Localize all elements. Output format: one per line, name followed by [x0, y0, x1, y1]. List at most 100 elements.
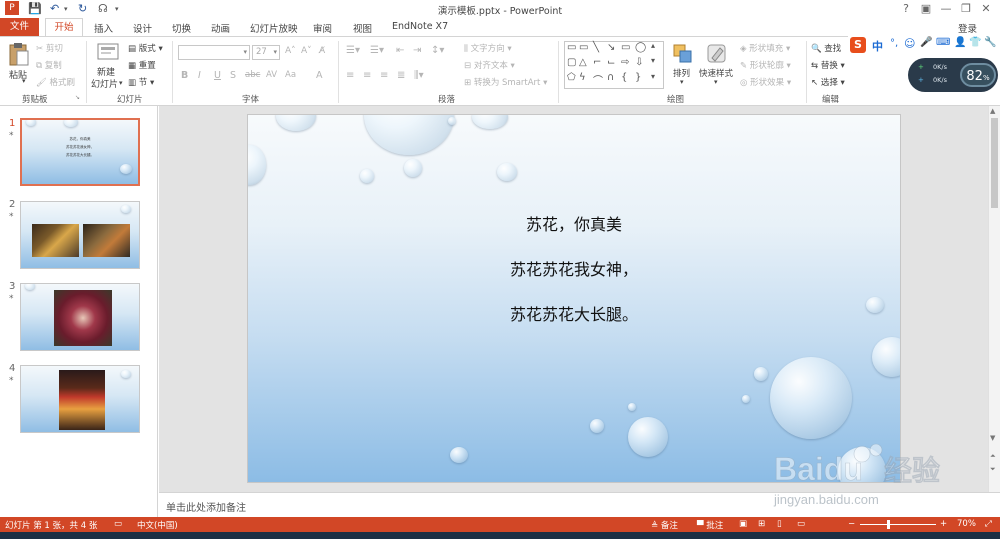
scrollbar-thumb[interactable]: [991, 118, 998, 208]
scroll-up-arrow-icon[interactable]: ▲: [990, 107, 995, 115]
down-arrow-shape-icon[interactable]: ⇩: [635, 57, 643, 68]
lightning-shape-icon[interactable]: ϟ: [579, 72, 586, 83]
align-text-button[interactable]: ⊟ 对齐文本 ▾: [464, 59, 515, 71]
columns-icon[interactable]: ⫼▾: [414, 70, 424, 81]
shape-effects-button[interactable]: ◎ 形状效果 ▾: [740, 76, 791, 88]
elbow-shape-icon[interactable]: ⌐: [593, 57, 601, 68]
ribbon-display-icon[interactable]: ▣: [918, 2, 934, 15]
ime-punctuation[interactable]: °,: [890, 38, 898, 49]
ime-mode-chinese[interactable]: 中: [872, 38, 883, 54]
bold-button[interactable]: B: [181, 70, 188, 81]
bullets-icon[interactable]: ☰▾: [346, 45, 360, 56]
reset-button[interactable]: ▦ 重置: [128, 59, 156, 71]
justify-icon[interactable]: ≣: [397, 70, 405, 81]
increase-indent-icon[interactable]: ⇥: [413, 45, 421, 56]
tab-endnote[interactable]: EndNote X7: [392, 21, 448, 32]
notes-placeholder[interactable]: 单击此处添加备注: [166, 499, 246, 514]
quick-styles-dropdown-icon[interactable]: ▾: [714, 78, 718, 86]
slide-thumbnail-4[interactable]: [20, 365, 140, 433]
curve-shape-icon[interactable]: ∩: [607, 72, 614, 83]
restore-icon[interactable]: ❐: [958, 2, 974, 15]
line-spacing-icon[interactable]: ↕▾: [431, 45, 444, 56]
arrow-line-shape-icon[interactable]: ↘: [607, 42, 615, 53]
ime-voice-icon[interactable]: 🎤: [920, 37, 932, 48]
slideshow-icon[interactable]: ▭: [797, 519, 805, 529]
comments-toggle[interactable]: ▀ 批注: [697, 519, 723, 531]
tab-transitions[interactable]: 切换: [172, 21, 191, 35]
ime-user-icon[interactable]: 👤: [954, 37, 966, 48]
reading-view-icon[interactable]: ▯: [777, 519, 782, 529]
pentagon-shape-icon[interactable]: ⬠: [567, 72, 576, 83]
scroll-down-arrow-icon[interactable]: ▼: [990, 434, 995, 442]
login-link[interactable]: 登录: [958, 21, 977, 35]
tab-file[interactable]: 文件: [0, 18, 39, 36]
arrange-icon[interactable]: [672, 43, 694, 65]
ime-emoji-icon[interactable]: ☺: [904, 37, 915, 50]
slide-text-line[interactable]: 苏花，你真美: [248, 211, 900, 235]
more-shapes-icon[interactable]: ▾: [651, 72, 655, 81]
brace-left-shape-icon[interactable]: {: [621, 72, 627, 83]
replace-button[interactable]: ⇆ 替换 ▾: [811, 59, 845, 71]
grow-font-button[interactable]: A˄: [285, 46, 296, 56]
change-case-button[interactable]: Aa: [285, 70, 296, 80]
language-indicator[interactable]: 中文(中国): [137, 519, 178, 531]
slide-thumbnail-3[interactable]: [20, 283, 140, 351]
line-shape-icon[interactable]: ╲: [593, 42, 599, 53]
select-button[interactable]: ↖ 选择 ▾: [811, 76, 845, 88]
character-spacing-button[interactable]: AV: [266, 70, 277, 80]
text-direction-button[interactable]: ⫼ 文字方向 ▾: [464, 42, 512, 54]
textbox-v-shape-icon[interactable]: ▭: [579, 42, 588, 53]
slide-thumbnail-1[interactable]: 苏花，你真美 苏花苏花我女神， 苏花苏花大长腿。: [20, 118, 140, 186]
shape-fill-button[interactable]: ◈ 形状填充 ▾: [740, 42, 790, 54]
minimize-icon[interactable]: —: [938, 2, 954, 15]
align-left-icon[interactable]: ≡: [346, 70, 354, 81]
rounded-rect-shape-icon[interactable]: ▢: [567, 57, 576, 68]
elbow2-shape-icon[interactable]: ⌙: [607, 57, 615, 68]
shadow-button[interactable]: S: [230, 70, 236, 81]
rectangle-shape-icon[interactable]: ▭: [621, 42, 630, 53]
help-icon[interactable]: ?: [898, 2, 914, 15]
smartart-button[interactable]: ⊞ 转换为 SmartArt ▾: [464, 76, 547, 88]
underline-button[interactable]: U: [214, 70, 221, 81]
quick-styles-icon[interactable]: [706, 43, 728, 65]
sogou-logo-icon[interactable]: S: [850, 37, 866, 53]
tab-view[interactable]: 视图: [353, 21, 372, 35]
oval-shape-icon[interactable]: ◯: [635, 42, 646, 53]
network-speed-widget[interactable]: + 0K/s + 0K/s 82%: [908, 58, 998, 92]
layout-button[interactable]: ▤ 版式 ▾: [128, 42, 163, 54]
scroll-up-icon[interactable]: ▴: [651, 41, 655, 50]
format-painter-button[interactable]: 🖌 格式刷: [36, 76, 75, 88]
zoom-slider-thumb[interactable]: [887, 520, 890, 529]
clipboard-launcher-icon[interactable]: ↘: [75, 94, 80, 101]
clear-formatting-button[interactable]: A̸: [319, 46, 325, 56]
slide-sorter-icon[interactable]: ⊞: [758, 519, 765, 529]
ime-skin-icon[interactable]: 👕: [969, 37, 981, 48]
notes-toggle[interactable]: ≜ 备注: [651, 519, 678, 531]
zoom-slider-track[interactable]: [860, 524, 936, 525]
paste-dropdown-icon[interactable]: ▾: [22, 77, 26, 85]
new-slide-label-2[interactable]: 幻灯片: [91, 77, 118, 90]
tab-home[interactable]: 开始: [45, 18, 83, 37]
brace-right-shape-icon[interactable]: }: [635, 72, 641, 83]
font-color-button[interactable]: A: [316, 70, 323, 81]
tab-animations[interactable]: 动画: [211, 21, 230, 35]
slide-text-line[interactable]: 苏花苏花我女神，: [248, 256, 900, 280]
shrink-font-button[interactable]: A˅: [301, 46, 312, 56]
next-slide-icon[interactable]: ⏷: [990, 465, 996, 474]
tab-slideshow[interactable]: 幻灯片放映: [250, 21, 298, 35]
shape-outline-button[interactable]: ✎ 形状轮廓 ▾: [740, 59, 791, 71]
find-button[interactable]: 🔍 查找: [811, 42, 841, 54]
paste-icon[interactable]: [8, 41, 30, 67]
tab-design[interactable]: 设计: [133, 21, 152, 35]
ime-tools-icon[interactable]: 🔧: [984, 37, 996, 48]
new-slide-icon[interactable]: [97, 41, 119, 63]
previous-slide-icon[interactable]: ⏶: [990, 452, 996, 461]
close-icon[interactable]: ✕: [978, 2, 994, 15]
scroll-down-icon[interactable]: ▾: [651, 56, 655, 65]
textbox-shape-icon[interactable]: ▭: [567, 42, 576, 53]
copy-button[interactable]: ⧉ 复制: [36, 59, 62, 71]
decrease-indent-icon[interactable]: ⇤: [396, 45, 404, 56]
zoom-in-icon[interactable]: +: [940, 519, 947, 529]
spellcheck-icon[interactable]: ▭: [114, 519, 122, 529]
section-button[interactable]: ▥ 节 ▾: [128, 76, 154, 88]
